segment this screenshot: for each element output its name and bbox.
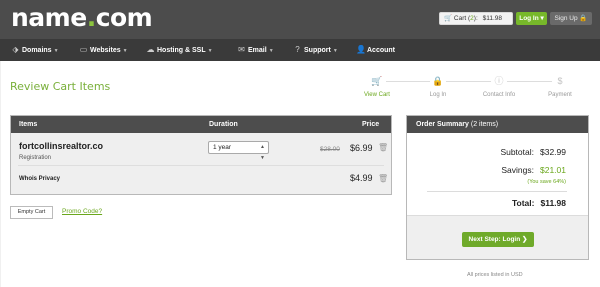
duration-select[interactable]: 1 year ▲ ▼	[208, 141, 269, 161]
select-arrows-icon: ▲ ▼	[260, 144, 265, 161]
cart-table-header: Items Duration Price	[11, 116, 391, 133]
step-log-in: 🔒 Log In	[408, 73, 468, 98]
nav-label: Websites	[90, 47, 121, 54]
login-button[interactable]: Log In ▾	[516, 12, 547, 25]
subtotal-value: $32.99	[540, 147, 566, 157]
item-price: $6.99	[350, 143, 373, 153]
trash-icon[interactable]: 🗑	[378, 174, 388, 183]
nav-support[interactable]: ? Support ▼	[293, 39, 338, 61]
savings-label: Savings:	[501, 165, 534, 175]
help-circle-icon: ?	[295, 45, 300, 54]
user-icon: 👤	[356, 45, 366, 54]
cart-icon: 🛒	[369, 73, 385, 89]
promo-code-link[interactable]: Promo Code?	[62, 208, 102, 215]
order-summary-title: Order Summary	[416, 121, 469, 128]
chevron-down-icon: ▼	[332, 48, 338, 54]
cart-label: Cart (	[453, 15, 471, 22]
chevron-down-icon: ▼	[53, 48, 59, 54]
page-title: Review Cart Items	[10, 80, 111, 93]
nav-domains[interactable]: ⬗ Domains ▼	[11, 39, 59, 61]
step-contact-info: ⓘ Contact Info	[469, 73, 529, 98]
name-com-logo[interactable]: name.com	[11, 3, 153, 32]
step-view-cart[interactable]: 🛒 View Cart	[347, 73, 407, 98]
savings-value: $21.01	[540, 165, 566, 175]
next-step-login-button[interactable]: Next Step: Login ❯	[462, 232, 534, 247]
trash-icon[interactable]: 🗑	[378, 143, 388, 152]
step-label: View Cart	[364, 92, 390, 98]
lock-icon: 🔒	[430, 73, 446, 89]
order-summary-panel: Order Summary (2 items) Subtotal: $32.99 …	[406, 115, 589, 260]
nav-hosting[interactable]: ☁ Hosting & SSL ▼	[146, 39, 213, 61]
duration-value: 1 year	[213, 144, 232, 151]
whois-privacy-label: Whois Privacy	[19, 176, 61, 182]
subtotal-row: Subtotal: $32.99	[500, 147, 566, 157]
cart-button[interactable]: 🛒 Cart (2): $11.98	[439, 12, 513, 25]
logo-tld: com	[95, 3, 153, 32]
cart-label-close: ):	[473, 15, 478, 22]
subtotal-label: Subtotal:	[500, 147, 534, 157]
chevron-down-icon: ▼	[207, 48, 213, 54]
order-summary-count: (2 items)	[470, 121, 499, 128]
domain-name: fortcollinsrealtor.co	[19, 141, 104, 151]
empty-cart-button[interactable]: Empty Cart	[10, 206, 53, 219]
cart-total: $11.98	[482, 15, 502, 22]
column-header-items: Items	[19, 121, 38, 128]
row-divider	[18, 165, 384, 166]
divider	[0, 61, 1, 287]
envelope-icon: ✉	[238, 45, 245, 54]
chevron-down-icon: ▼	[268, 48, 274, 54]
column-header-price: Price	[362, 121, 380, 128]
cart-icon: 🛒	[444, 15, 453, 22]
cart-table: Items Duration Price fortcollinsrealtor.…	[10, 115, 392, 195]
logo-dot: .	[86, 3, 97, 32]
summary-footer: Next Step: Login ❯	[407, 215, 588, 259]
logo-main: name	[11, 3, 87, 32]
total-row: Total: $11.98	[512, 198, 566, 208]
nav-label: Hosting & SSL	[157, 47, 206, 54]
currency-note: All prices listed in USD	[467, 272, 523, 278]
step-label: Log In	[429, 92, 447, 98]
savings-row: Savings: $21.01	[501, 165, 566, 175]
monitor-icon: ▭	[79, 45, 88, 54]
nav-label: Domains	[22, 47, 52, 54]
nav-email[interactable]: ✉ Email ▼	[237, 39, 274, 61]
main-nav: ⬗ Domains ▼ ▭ Websites ▼ ☁ Hosting & SSL ▼ ✉ Em…	[0, 39, 600, 61]
cloud-icon: ☁	[146, 45, 155, 54]
total-label: Total:	[511, 198, 535, 208]
info-icon: ⓘ	[491, 73, 507, 89]
item-price: $4.99	[350, 173, 373, 183]
order-summary-header: Order Summary (2 items)	[407, 116, 588, 133]
tag-icon: ⬗	[12, 45, 19, 54]
step-payment: $ Payment	[530, 73, 590, 98]
nav-label: Support	[304, 47, 331, 54]
original-price: $28.00	[320, 146, 340, 153]
dollar-icon: $	[552, 73, 568, 89]
step-label: Payment	[548, 92, 572, 98]
domain-type: Registration	[19, 155, 52, 161]
nav-account[interactable]: 👤Account	[356, 39, 395, 61]
chevron-down-icon: ▼	[122, 48, 128, 54]
nav-label: Account	[367, 47, 395, 54]
top-bar: name.com 🛒 Cart (2): $11.98 Log In ▾ Sig…	[0, 0, 600, 39]
summary-divider	[427, 191, 567, 192]
nav-label: Email	[248, 47, 267, 54]
savings-percent-note: (You save 64%)	[527, 179, 566, 185]
nav-websites[interactable]: ▭ Websites ▼	[79, 39, 128, 61]
column-header-duration: Duration	[209, 121, 238, 128]
signup-button[interactable]: Sign Up 🔒	[550, 12, 592, 25]
total-value: $11.98	[540, 198, 566, 208]
step-label: Contact Info	[482, 92, 516, 98]
